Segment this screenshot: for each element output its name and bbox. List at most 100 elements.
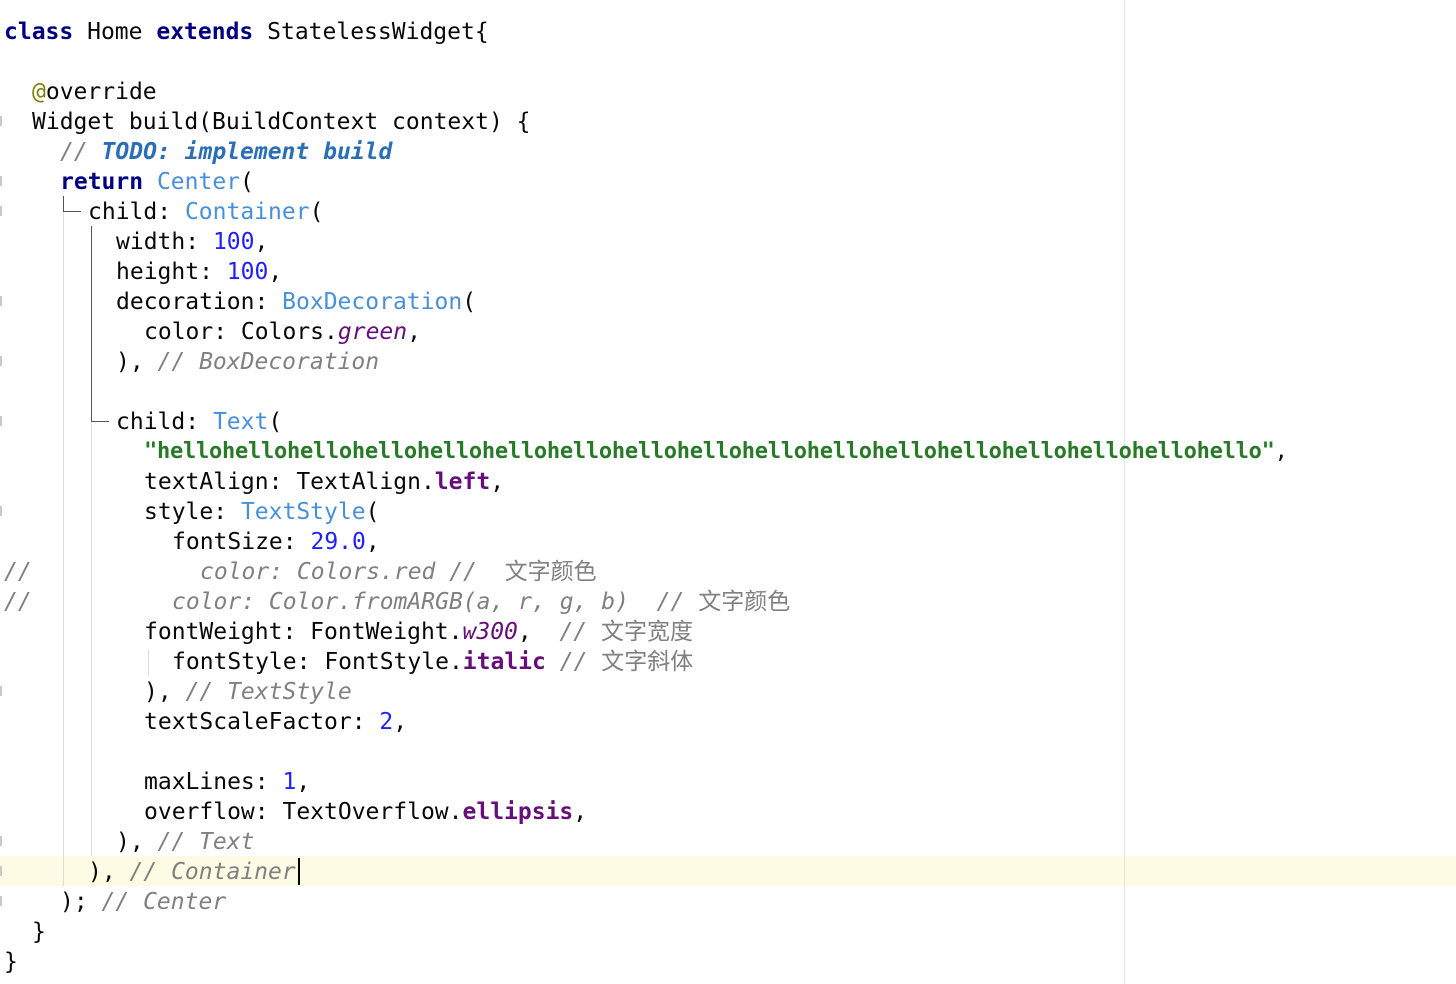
fold-marker[interactable]	[0, 836, 2, 846]
comment-token: // TextStyle	[185, 679, 352, 705]
code-line[interactable]: fontSize: 29.0,	[172, 527, 380, 557]
fold-marker[interactable]	[0, 686, 2, 696]
indent-guide	[148, 650, 149, 676]
code-token: Home	[73, 19, 157, 45]
number-token: 100	[226, 259, 269, 285]
field-token: left	[434, 469, 491, 495]
code-token: fontSize:	[172, 529, 311, 555]
code-line[interactable]: color: Color.fromARGB(a, r, g, b) // 文字颜…	[172, 587, 790, 617]
code-line[interactable]: fontWeight: FontWeight.w300, // 文字宽度	[144, 617, 693, 647]
code-line[interactable]: overflow: TextOverflow.ellipsis,	[144, 797, 587, 827]
code-token: textAlign: TextAlign.	[144, 469, 435, 495]
todo-token: TODO: implement build	[101, 139, 393, 165]
comment-token: //	[60, 139, 102, 165]
code-token: Widget build(BuildContext context) {	[32, 109, 531, 135]
comment-token: color: Color.fromARGB(a, r, g, b) //	[172, 589, 699, 615]
code-editor[interactable]: class Home extends StatelessWidget{ @ove…	[0, 0, 1456, 984]
code-token: child:	[116, 409, 213, 435]
code-line[interactable]: ), // BoxDecoration	[116, 347, 379, 377]
keyword-token: return	[60, 169, 144, 195]
code-line[interactable]: width: 100,	[116, 227, 268, 257]
field-token: green	[337, 319, 408, 345]
code-token: ),	[116, 829, 158, 855]
code-token: ,	[365, 529, 380, 555]
code-line[interactable]: ), // TextStyle	[144, 677, 352, 707]
comment-prefix: //	[4, 589, 32, 615]
code-token: (	[268, 409, 283, 435]
code-token: ,	[490, 469, 505, 495]
code-token: ,	[393, 709, 408, 735]
fold-marker[interactable]	[0, 296, 2, 306]
comment-token: // Center	[101, 889, 227, 915]
fold-marker[interactable]	[0, 116, 2, 126]
code-line[interactable]: }	[32, 917, 46, 947]
code-line[interactable]: "hellohellohellohellohellohellohellohell…	[144, 437, 1288, 467]
code-token: ,	[1274, 439, 1288, 464]
keyword-token: extends	[156, 19, 254, 45]
code-token: (	[309, 199, 324, 225]
number-token: 1	[282, 769, 297, 795]
code-line[interactable]: color: Colors.red // 文字颜色	[200, 557, 597, 587]
number-token: 29.0	[310, 529, 366, 555]
comment-prefix: //	[4, 559, 32, 585]
code-line[interactable]: color: Colors.green,	[144, 317, 421, 347]
code-token: style:	[144, 499, 241, 525]
code-token: overflow: TextOverflow.	[144, 799, 463, 825]
code-line[interactable]: // TODO: implement build	[60, 137, 392, 167]
fold-marker[interactable]	[0, 356, 2, 366]
code-token: (	[365, 499, 380, 525]
keyword-token: class	[4, 19, 74, 45]
code-line[interactable]: //	[4, 587, 32, 617]
fold-marker[interactable]	[0, 896, 2, 906]
code-line[interactable]: textScaleFactor: 2,	[144, 707, 407, 737]
code-line[interactable]: return Center(	[60, 167, 254, 197]
code-token: (	[462, 289, 477, 315]
code-line[interactable]: ); // Center	[60, 887, 226, 917]
code-line[interactable]: fontStyle: FontStyle.italic // 文字斜体	[172, 647, 693, 677]
code-line[interactable]: child: Container(	[88, 197, 323, 227]
code-line[interactable]: ), // Text	[116, 827, 254, 857]
code-token: (	[240, 169, 254, 195]
code-line[interactable]: textAlign: TextAlign.left,	[144, 467, 504, 497]
code-line[interactable]: Widget build(BuildContext context) {	[32, 107, 531, 137]
code-line[interactable]: }	[4, 947, 18, 977]
code-line[interactable]: //	[4, 557, 32, 587]
code-token: textScaleFactor:	[144, 709, 380, 735]
code-line[interactable]: style: TextStyle(	[144, 497, 379, 527]
code-token: }	[32, 919, 46, 945]
code-token: height:	[116, 259, 227, 285]
field-token: ellipsis	[462, 799, 574, 825]
code-line[interactable]: ), // Container	[88, 857, 296, 887]
code-line[interactable]: @override	[32, 77, 157, 107]
field-token: w300	[462, 619, 518, 645]
code-token: ,	[254, 229, 269, 255]
fold-marker[interactable]	[0, 176, 2, 186]
fold-marker[interactable]	[0, 416, 2, 426]
code-token: decoration:	[116, 289, 283, 315]
code-token: fontStyle: FontStyle.	[172, 649, 463, 675]
code-token: child:	[88, 199, 185, 225]
code-line[interactable]: maxLines: 1,	[144, 767, 310, 797]
comment-token: 文字颜色	[698, 589, 791, 615]
code-token: maxLines:	[144, 769, 283, 795]
fold-marker[interactable]	[0, 506, 2, 516]
class-token: TextStyle	[240, 499, 366, 525]
code-line[interactable]: class Home extends StatelessWidget{	[4, 17, 489, 47]
class-token: Center	[156, 169, 241, 195]
field-token: italic	[462, 649, 546, 675]
code-token: ,	[407, 319, 421, 345]
code-line[interactable]: child: Text(	[116, 407, 282, 437]
comment-token: 文字斜体	[601, 649, 694, 675]
comment-token: // Text	[157, 829, 255, 855]
code-token: ,	[573, 799, 588, 825]
fold-marker[interactable]	[0, 206, 2, 216]
indent-guide	[63, 196, 64, 886]
comment-token: 文字宽度	[600, 619, 693, 645]
code-line[interactable]: decoration: BoxDecoration(	[116, 287, 476, 317]
code-token: ),	[88, 859, 130, 885]
code-token: fontWeight: FontWeight.	[144, 619, 463, 645]
code-line[interactable]: height: 100,	[116, 257, 282, 287]
fold-marker[interactable]	[0, 866, 2, 876]
